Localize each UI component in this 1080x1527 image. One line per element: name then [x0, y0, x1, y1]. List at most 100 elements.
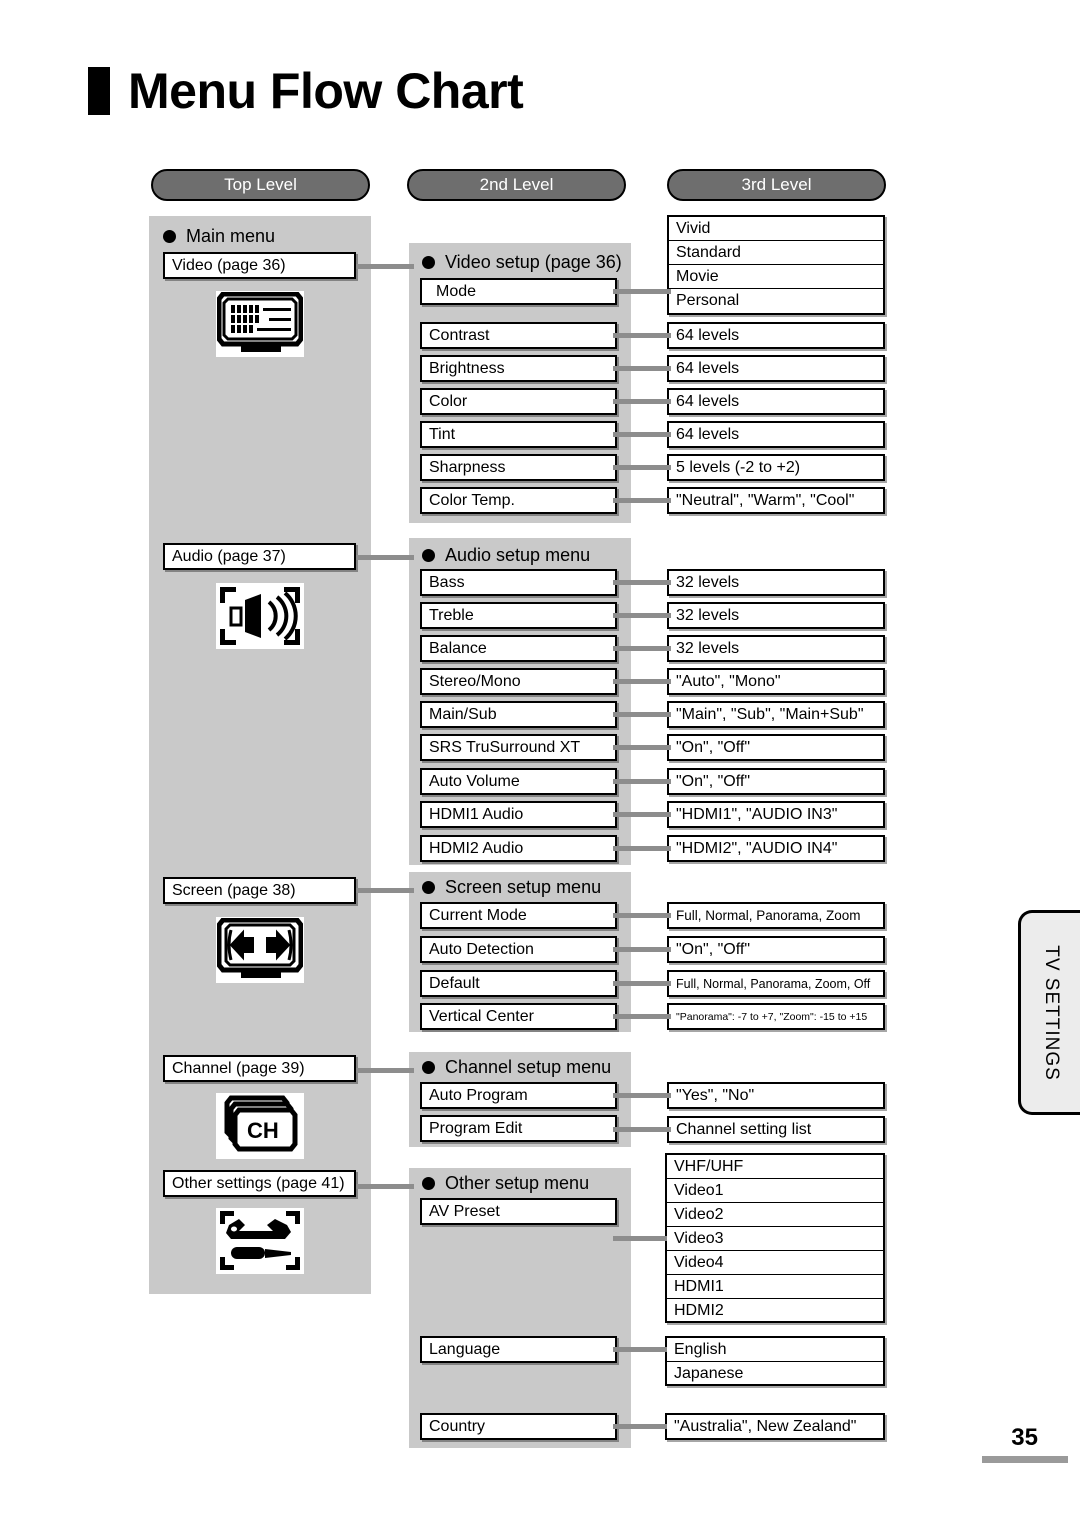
- audio-row-stereo-mono[interactable]: Stereo/Mono: [420, 668, 617, 695]
- connector-color-temp: [613, 498, 671, 503]
- connector-auto-detection: [613, 947, 671, 952]
- other-setup-heading: Other setup menu: [422, 1173, 589, 1194]
- audio-setup-heading: Audio setup menu: [422, 545, 590, 566]
- screen-arrows-icon: [216, 917, 304, 983]
- other-row-language[interactable]: Language: [420, 1336, 617, 1363]
- screen-row-current-mode[interactable]: Current Mode: [420, 902, 617, 929]
- audio-row-hdmi1-audio[interactable]: HDMI1 Audio: [420, 801, 617, 828]
- video-mode-option[interactable]: Standard: [669, 241, 883, 265]
- bullet-icon: [422, 881, 435, 894]
- bullet-icon: [422, 1177, 435, 1190]
- connector-brightness: [613, 366, 671, 371]
- audio-value-hdmi1: "HDMI1", "AUDIO IN3": [667, 801, 885, 828]
- page-title: Menu Flow Chart: [88, 66, 524, 116]
- bullet-icon: [422, 549, 435, 562]
- audio-row-main-sub[interactable]: Main/Sub: [420, 701, 617, 728]
- top-level-item-screen[interactable]: Screen (page 38): [163, 877, 356, 904]
- connector-video-mode: [613, 289, 671, 294]
- video-value-color-temp: "Neutral", "Warm", "Cool": [667, 487, 885, 514]
- av-preset-option[interactable]: Video4: [667, 1251, 883, 1275]
- wrench-screwdriver-icon: [216, 1208, 304, 1274]
- connector-sharpness: [613, 465, 671, 470]
- channel-value-auto-program: "Yes", "No": [667, 1082, 885, 1109]
- column-header-top-level: Top Level: [151, 169, 370, 201]
- connector-default: [613, 981, 671, 986]
- av-preset-option[interactable]: Video3: [667, 1227, 883, 1251]
- connector-country: [613, 1424, 667, 1429]
- screen-value-auto-detection: "On", "Off": [667, 936, 885, 963]
- top-level-item-channel[interactable]: Channel (page 39): [163, 1055, 356, 1082]
- section-side-tab: TV SETTINGS: [1018, 910, 1080, 1115]
- page-number-bar: [982, 1456, 1068, 1463]
- video-value-tint: 64 levels: [667, 421, 885, 448]
- connector-contrast: [613, 333, 671, 338]
- screen-row-vertical-center[interactable]: Vertical Center: [420, 1003, 617, 1030]
- connector-balance: [613, 646, 671, 651]
- connector-channel: [356, 1068, 414, 1073]
- connector-screen: [356, 888, 414, 893]
- av-preset-option[interactable]: Video2: [667, 1203, 883, 1227]
- language-option[interactable]: English: [667, 1338, 883, 1362]
- audio-row-treble[interactable]: Treble: [420, 602, 617, 629]
- other-row-av-preset[interactable]: AV Preset: [420, 1198, 617, 1225]
- wrench-screwdriver-icon-svg: [220, 1211, 300, 1270]
- video-row-contrast[interactable]: Contrast: [420, 322, 617, 349]
- channel-value-program-edit: Channel setting list: [667, 1116, 885, 1143]
- video-row-brightness[interactable]: Brightness: [420, 355, 617, 382]
- video-value-brightness: 64 levels: [667, 355, 885, 382]
- video-row-sharpness[interactable]: Sharpness: [420, 454, 617, 481]
- audio-row-hdmi2-audio[interactable]: HDMI2 Audio: [420, 835, 617, 862]
- top-level-item-other-settings[interactable]: Other settings (page 41): [163, 1170, 356, 1197]
- screen-row-default[interactable]: Default: [420, 970, 617, 997]
- video-mode-option[interactable]: Personal: [669, 289, 883, 313]
- speaker-audio-icon-svg: [220, 587, 300, 645]
- channel-ch-icon-svg: CH: [224, 1095, 298, 1152]
- section-side-tab-label: TV SETTINGS: [1040, 944, 1062, 1081]
- video-row-color[interactable]: Color: [420, 388, 617, 415]
- av-preset-option[interactable]: VHF/UHF: [667, 1155, 883, 1179]
- video-row-color-temp[interactable]: Color Temp.: [420, 487, 617, 514]
- svg-text:CH: CH: [247, 1118, 279, 1143]
- video-mode-options-group: Vivid Standard Movie Personal: [667, 215, 885, 315]
- channel-row-auto-program[interactable]: Auto Program: [420, 1082, 617, 1109]
- other-value-country: "Australia", New Zealand": [665, 1413, 885, 1440]
- main-menu-heading-label: Main menu: [186, 226, 276, 246]
- language-option[interactable]: Japanese: [667, 1362, 883, 1386]
- top-level-item-audio[interactable]: Audio (page 37): [163, 543, 356, 570]
- connector-vertical-center: [613, 1014, 671, 1019]
- audio-row-balance[interactable]: Balance: [420, 635, 617, 662]
- screen-row-auto-detection[interactable]: Auto Detection: [420, 936, 617, 963]
- audio-value-srs: "On", "Off": [667, 734, 885, 761]
- channel-row-program-edit[interactable]: Program Edit: [420, 1115, 617, 1142]
- audio-value-main-sub: "Main", "Sub", "Main+Sub": [667, 701, 885, 728]
- av-preset-option[interactable]: HDMI1: [667, 1275, 883, 1299]
- speaker-audio-icon: [216, 583, 304, 649]
- channel-ch-icon: CH: [216, 1093, 304, 1159]
- connector-auto-program: [613, 1093, 671, 1098]
- video-setup-heading-label: Video setup (page 36): [445, 252, 622, 272]
- audio-row-auto-volume[interactable]: Auto Volume: [420, 768, 617, 795]
- audio-row-bass[interactable]: Bass: [420, 569, 617, 596]
- audio-row-srs-trusurround[interactable]: SRS TruSurround XT: [420, 734, 617, 761]
- audio-value-auto-volume: "On", "Off": [667, 768, 885, 795]
- title-bullet-icon: [88, 67, 110, 115]
- video-row-tint[interactable]: Tint: [420, 421, 617, 448]
- tv-video-icon: [216, 291, 304, 357]
- av-preset-option[interactable]: HDMI2: [667, 1299, 883, 1323]
- video-mode-option[interactable]: Movie: [669, 265, 883, 289]
- connector-other: [356, 1184, 414, 1189]
- column-header-2nd-level: 2nd Level: [407, 169, 626, 201]
- av-preset-option[interactable]: Video1: [667, 1179, 883, 1203]
- column-header-3rd-level: 3rd Level: [667, 169, 886, 201]
- top-level-item-video[interactable]: Video (page 36): [163, 252, 356, 279]
- tv-video-icon-svg: [217, 292, 303, 352]
- connector-current-mode: [613, 913, 671, 918]
- video-mode-option[interactable]: Vivid: [669, 217, 883, 241]
- screen-arrows-icon-svg: [217, 918, 303, 978]
- video-row-mode[interactable]: Mode: [420, 278, 617, 305]
- screen-setup-heading-label: Screen setup menu: [445, 877, 602, 897]
- other-row-country[interactable]: Country: [420, 1413, 617, 1440]
- audio-value-treble: 32 levels: [667, 602, 885, 629]
- channel-setup-heading: Channel setup menu: [422, 1057, 611, 1078]
- other-setup-heading-label: Other setup menu: [445, 1173, 590, 1193]
